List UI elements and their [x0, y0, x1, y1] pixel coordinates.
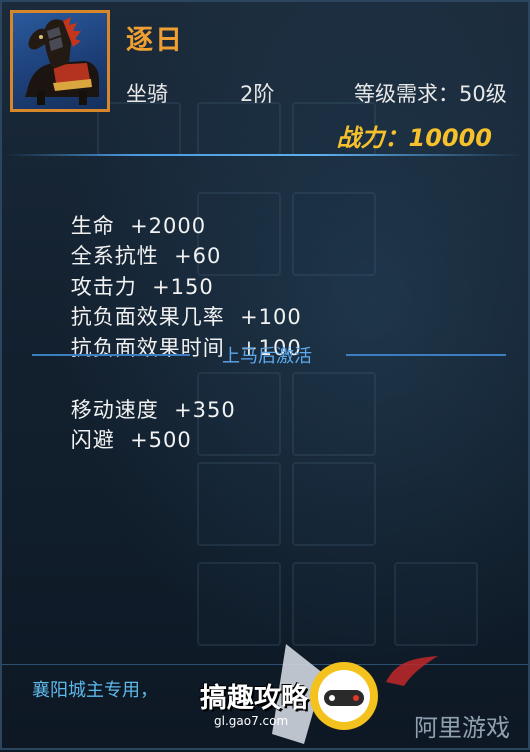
item-type: 坐骑	[126, 82, 168, 106]
exclusive-note: 襄阳城主专用，	[32, 680, 158, 701]
background-slot	[292, 372, 376, 456]
item-tier: 2阶	[240, 82, 275, 106]
watermark-right-brand: 阿里游戏	[414, 714, 510, 742]
background-slot	[292, 192, 376, 276]
stat-label: 闪避	[70, 428, 115, 452]
watermark-url: gl.gao7.com	[214, 714, 289, 728]
mounted-section-title: 上马后激活	[222, 346, 312, 367]
horse-icon	[25, 17, 99, 105]
stat-value: +500	[130, 428, 192, 452]
level-requirement: 等级需求：50级	[354, 82, 507, 106]
background-slot	[292, 462, 376, 546]
mount-portrait[interactable]	[10, 10, 110, 112]
red-ribbon-icon	[386, 656, 438, 686]
combat-power: 战力：10000	[336, 124, 493, 152]
item-name: 逐日	[126, 25, 184, 56]
stat-row: 闪避 +500	[40, 400, 192, 478]
item-tooltip-panel: 逐日 坐骑 2阶 等级需求：50级 战力：10000 生命 +2000 全系抗性…	[0, 0, 530, 750]
background-slot	[394, 562, 478, 646]
background-slot	[197, 462, 281, 546]
watermark-brand: 搞趣攻略	[200, 683, 308, 714]
header-separator	[6, 154, 524, 156]
background-slot	[197, 102, 281, 156]
